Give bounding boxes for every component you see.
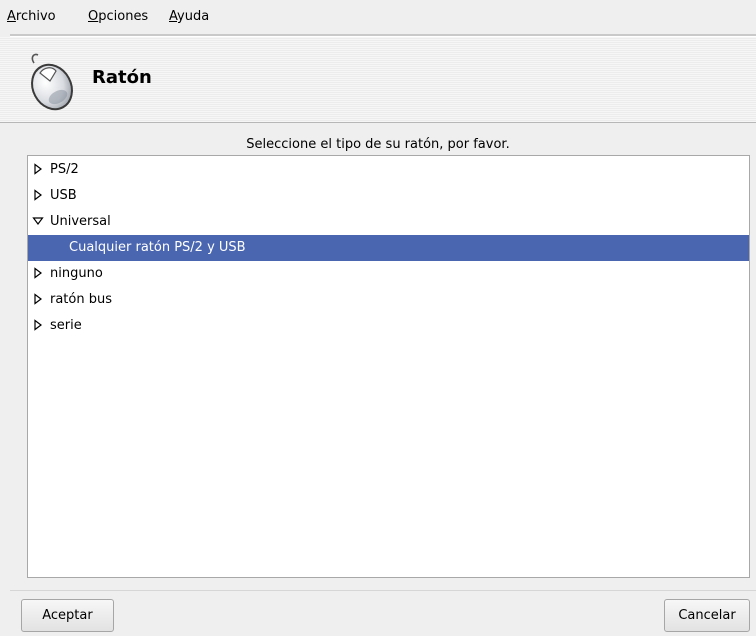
tree-item-label: ratón bus [50,292,112,307]
menu-archivo-label: rchivo [15,9,56,24]
collapsed-arrow-icon[interactable] [32,293,44,305]
menu-opciones-mnemonic: O [88,9,99,24]
mouse-type-tree[interactable]: PS/2 USB Universal Cualquier ratón PS/2 … [27,155,750,578]
ok-button[interactable]: Aceptar [21,599,114,632]
expanded-arrow-icon[interactable] [32,215,44,227]
menu-opciones-label: pciones [98,9,149,24]
tree-item-label: ninguno [50,266,103,281]
tree-item-serie[interactable]: serie [28,313,749,339]
selection-prompt: Seleccione el tipo de su ratón, por favo… [246,137,510,152]
tree-item-label: PS/2 [50,162,79,177]
menu-opciones[interactable]: Opciones [88,9,148,24]
cancel-button[interactable]: Cancelar [664,599,750,632]
collapsed-arrow-icon[interactable] [32,189,44,201]
menu-archivo-mnemonic: A [7,9,16,24]
menu-ayuda[interactable]: Ayuda [169,9,209,24]
mouse-icon [22,51,78,117]
collapsed-arrow-icon[interactable] [32,267,44,279]
tree-item-label: Cualquier ratón PS/2 y USB [69,240,246,255]
menu-ayuda-mnemonic: A [169,9,178,24]
tree-item-label: USB [50,188,77,203]
tree-item-universal[interactable]: Universal [28,209,749,235]
collapsed-arrow-icon[interactable] [32,163,44,175]
tree-item-any-ps2-usb[interactable]: Cualquier ratón PS/2 y USB [28,235,749,261]
tree-item-label: Universal [50,214,111,229]
tree-item-label: serie [50,318,82,333]
tree-item-ps2[interactable]: PS/2 [28,157,749,183]
footer-separator [10,590,756,591]
menu-archivo[interactable]: Archivo [7,9,56,24]
tree-item-raton-bus[interactable]: ratón bus [28,287,749,313]
menu-bar: Archivo Opciones Ayuda [0,0,756,34]
page-title: Ratón [92,67,152,88]
tree-item-ninguno[interactable]: ninguno [28,261,749,287]
tree-item-usb[interactable]: USB [28,183,749,209]
header-banner: Ratón [0,37,756,123]
menu-ayuda-label: yuda [177,9,210,24]
collapsed-arrow-icon[interactable] [32,319,44,331]
